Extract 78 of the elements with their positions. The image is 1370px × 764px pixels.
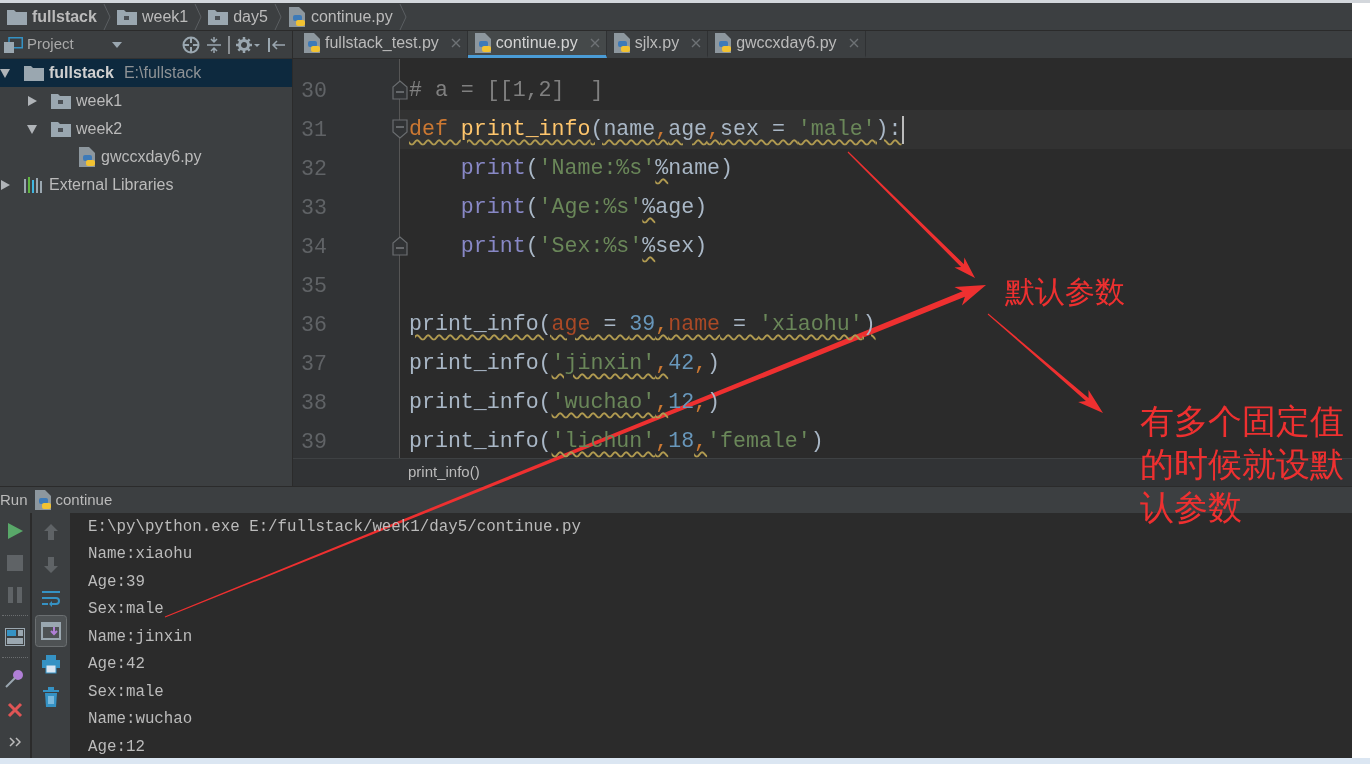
target-icon[interactable]	[182, 35, 200, 54]
folder-icon	[116, 8, 137, 25]
collapse-icon[interactable]	[206, 35, 222, 54]
folder-icon	[7, 8, 27, 25]
expand-arrow-icon[interactable]	[27, 96, 37, 106]
code-line: print_info('jinxin',42,)	[409, 349, 721, 377]
console-line: Sex:male	[88, 599, 164, 620]
console-line: Sex:male	[88, 681, 164, 702]
python-file-icon	[303, 33, 321, 53]
text-cursor	[901, 115, 904, 144]
more-icon[interactable]	[9, 737, 21, 748]
printer-icon[interactable]	[41, 653, 61, 674]
folder-icon	[24, 65, 44, 81]
close-icon[interactable]	[848, 38, 859, 48]
layout-icon[interactable]	[5, 627, 25, 646]
breadcrumb-item[interactable]: fullstack	[7, 6, 97, 27]
expand-arrow-icon[interactable]	[0, 180, 10, 190]
fold-marker-icon[interactable]	[392, 80, 408, 100]
chevron-icon	[398, 3, 407, 30]
scroll-to-end-icon[interactable]	[35, 614, 67, 647]
tree-item[interactable]: fullstack E:\fullstack	[0, 59, 292, 87]
tree-item[interactable]: week1	[0, 87, 292, 115]
annotation-text: 有多个固定值的时候就设默认参数	[1140, 401, 1345, 528]
breadcrumb-item[interactable]: print_info()	[408, 461, 480, 484]
folder-icon	[51, 121, 71, 137]
run-icon[interactable]	[6, 521, 24, 540]
tool-window-title: Run	[0, 489, 28, 510]
folder-icon	[51, 93, 71, 109]
fold-marker-icon[interactable]	[392, 119, 408, 139]
fold-marker-icon[interactable]	[392, 236, 408, 256]
expand-arrow-icon[interactable]	[27, 124, 37, 134]
caret-icon	[111, 41, 122, 48]
code-line: print('Sex:%s'%sex)	[459, 232, 708, 260]
python-file-icon	[612, 33, 631, 53]
code-line: # a = [[1,2] ]	[409, 76, 604, 104]
console-line: Name:jinxin	[88, 626, 193, 647]
pin-icon[interactable]	[5, 668, 25, 689]
close-icon[interactable]	[450, 38, 461, 48]
project-view-icon	[3, 36, 23, 53]
tree-item[interactable]: week2	[0, 115, 292, 143]
tree-item[interactable]: gwccxday6.py	[0, 143, 292, 171]
chevron-icon	[273, 3, 282, 30]
python-file-icon	[78, 147, 96, 167]
code-line: print('Name:%s'%name)	[459, 154, 733, 182]
close-icon[interactable]	[691, 38, 702, 48]
chevron-icon	[194, 3, 203, 30]
editor-tab[interactable]: gwccxday6.py	[708, 31, 866, 58]
hide-icon[interactable]	[268, 36, 286, 53]
python-file-icon	[33, 490, 52, 510]
breadcrumb-item[interactable]: day5	[208, 6, 268, 27]
chevron-icon	[102, 3, 111, 30]
console-line: Age:39	[88, 571, 145, 592]
python-file-icon	[287, 6, 306, 27]
console-line: Age:12	[88, 736, 145, 757]
trash-icon[interactable]	[42, 686, 60, 707]
breadcrumb-item[interactable]: continue.py	[287, 6, 393, 27]
console-line: Age:42	[88, 654, 145, 675]
breadcrumb-item[interactable]: week1	[116, 6, 189, 27]
editor-tab[interactable]: fullstack_test.py	[297, 31, 468, 58]
python-file-icon	[473, 33, 492, 53]
code-line: print_info(age = 39,name = 'xiaohu')	[409, 310, 876, 338]
folder-icon	[208, 8, 229, 25]
code-line: def print_info(name,age,sex = 'male'):	[409, 115, 902, 143]
editor-tab[interactable]: sjlx.py	[606, 31, 709, 58]
view-dropdown[interactable]: Project	[27, 33, 122, 56]
wrap-icon[interactable]	[41, 588, 61, 607]
library-icon	[24, 177, 44, 193]
code-line: print('Age:%s'%age)	[459, 193, 708, 221]
tree-item[interactable]: External Libraries	[0, 171, 292, 199]
console-line: Name:xiaohu	[88, 544, 193, 565]
expand-arrow-icon[interactable]	[0, 68, 10, 78]
close-icon[interactable]	[7, 702, 23, 719]
console-line: Name:wuchao	[88, 709, 193, 730]
annotation-text: 默认参数	[1005, 274, 1125, 310]
settings-icon[interactable]	[236, 35, 260, 54]
python-file-icon	[714, 33, 733, 53]
editor-tab[interactable]: continue.py	[467, 31, 607, 58]
run-tab[interactable]: continue	[33, 488, 113, 512]
